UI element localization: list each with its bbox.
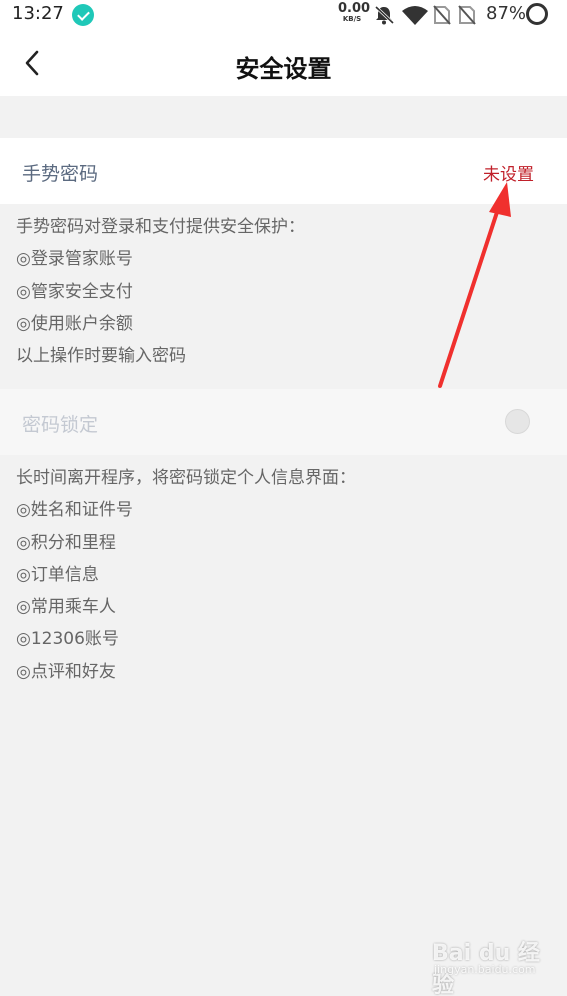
password-lock-description: 长时间离开程序，将密码锁定个人信息界面： ◎姓名和证件号 ◎积分和里程 ◎订单信…	[16, 462, 356, 688]
baidu-jingyan-watermark: Bai du 经验 jingyan.baidu.com	[432, 935, 544, 996]
password-lock-label: 密码锁定	[22, 414, 99, 436]
gesture-password-row[interactable]: 手势密码 未设置	[0, 138, 567, 204]
gesture-password-status: 未设置	[483, 165, 534, 185]
no-sim-icon	[433, 5, 451, 25]
app-notification-icon	[72, 4, 94, 26]
status-bar: 13:27 0.00 KB/S 87%	[0, 0, 567, 30]
description-line: 长时间离开程序，将密码锁定个人信息界面：	[16, 468, 356, 488]
description-line: ◎点评和好友	[16, 661, 116, 682]
battery-ring-icon	[526, 3, 548, 25]
description-line: 以上操作时要输入密码	[16, 346, 186, 367]
description-line: ◎登录管家账号	[16, 249, 133, 270]
battery-percent: 87%	[486, 3, 527, 24]
description-line: ◎姓名和证件号	[16, 500, 133, 521]
password-lock-row[interactable]: 密码锁定	[0, 389, 567, 455]
description-line: 手势密码对登录和支付提供安全保护：	[16, 217, 305, 237]
watermark-url: jingyan.baidu.com	[434, 963, 536, 976]
description-line: ◎使用账户余额	[16, 313, 133, 334]
network-speed: 0.00 KB/S	[338, 1, 371, 23]
status-time: 13:27	[12, 3, 64, 24]
gesture-password-label: 手势密码	[22, 163, 99, 185]
no-sim-icon	[458, 5, 476, 25]
bell-off-icon	[374, 5, 395, 25]
network-speed-unit: KB/S	[342, 15, 362, 23]
header: 安全设置	[0, 30, 567, 96]
description-line: ◎12306账号	[16, 629, 119, 650]
wifi-icon	[402, 6, 428, 25]
password-lock-toggle[interactable]	[505, 409, 530, 434]
gesture-password-description: 手势密码对登录和支付提供安全保护： ◎登录管家账号 ◎管家安全支付 ◎使用账户余…	[16, 211, 305, 372]
description-line: ◎订单信息	[16, 564, 99, 585]
page-title: 安全设置	[235, 55, 332, 83]
description-line: ◎常用乘车人	[16, 597, 116, 618]
network-speed-value: 0.00	[338, 1, 371, 16]
description-line: ◎积分和里程	[16, 532, 116, 553]
description-line: ◎管家安全支付	[16, 281, 133, 302]
